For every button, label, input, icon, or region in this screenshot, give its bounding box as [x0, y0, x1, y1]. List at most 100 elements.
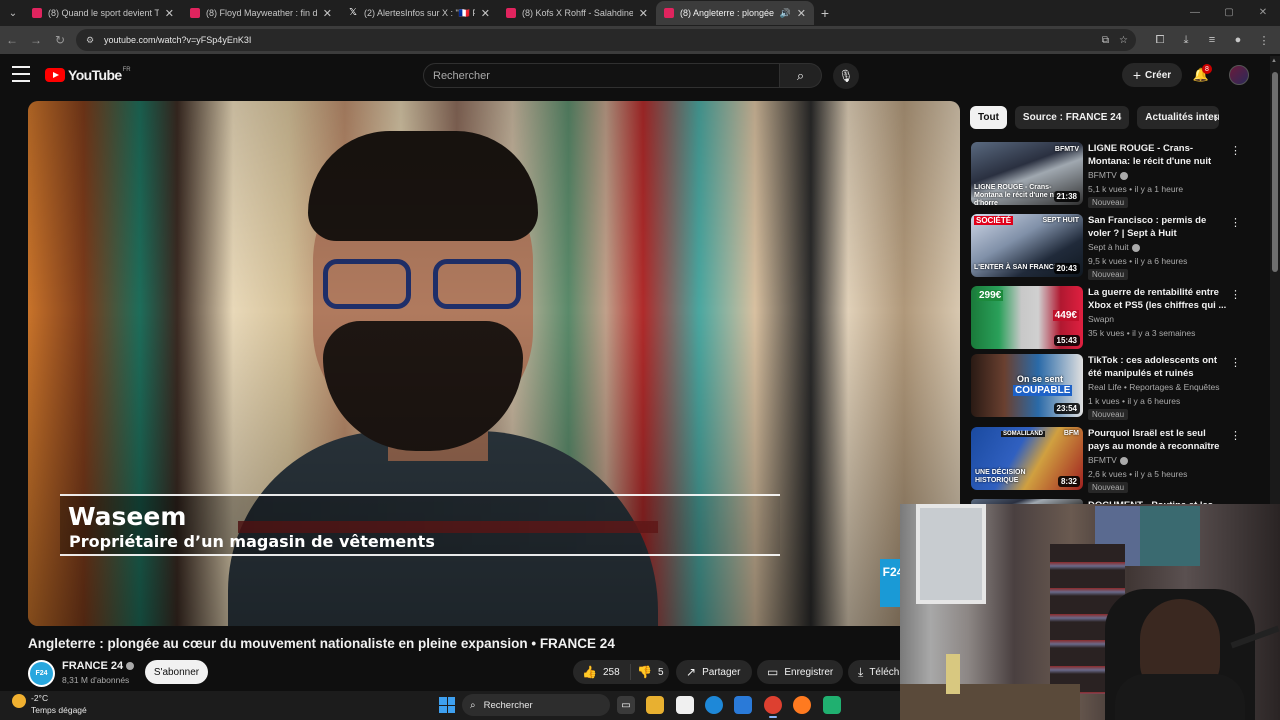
- close-window-icon[interactable]: ✕: [1246, 0, 1280, 24]
- video-thumbnail[interactable]: On se sent COUPABLE 23:54: [971, 354, 1083, 417]
- channel-name-text[interactable]: FRANCE 24: [62, 660, 123, 672]
- create-button[interactable]: + Créer: [1122, 63, 1182, 87]
- user-avatar[interactable]: [1229, 65, 1249, 85]
- more-options-icon[interactable]: ⋮: [1230, 356, 1241, 369]
- video-player[interactable]: Waseem Propriétaire d’un magasin de vête…: [28, 101, 960, 626]
- scroll-up-icon[interactable]: ▲: [1271, 58, 1277, 64]
- address-bar[interactable]: ⚙ youtube.com/watch?v=yFSp4yEnK3I ⧉ ☆: [76, 29, 1136, 51]
- like-button[interactable]: 👍 258: [573, 664, 631, 680]
- more-options-icon[interactable]: ⋮: [1230, 216, 1241, 229]
- video-title[interactable]: LIGNE ROUGE - Crans-Montana: le récit d'…: [1088, 142, 1228, 168]
- more-options-icon[interactable]: ⋮: [1230, 288, 1241, 301]
- store-icon[interactable]: [734, 696, 752, 714]
- recommended-video[interactable]: SOCIÉTÉ SEPT HUIT L'ENTER À SAN FRANCISC…: [971, 214, 1241, 280]
- bookmark-star-icon[interactable]: ☆: [1119, 35, 1128, 46]
- task-view-icon[interactable]: ▭: [617, 696, 635, 714]
- plus-icon: +: [1132, 67, 1142, 83]
- recommended-video[interactable]: 299€ 449€ 15:43 La guerre de rentabilité…: [971, 286, 1241, 350]
- profile-icon[interactable]: ●: [1228, 30, 1248, 50]
- forward-icon[interactable]: →: [24, 28, 48, 52]
- channel-name-text[interactable]: BFMTV: [1088, 170, 1117, 180]
- edge-icon[interactable]: [705, 696, 723, 714]
- video-thumbnail[interactable]: SOCIÉTÉ SEPT HUIT L'ENTER À SAN FRANCISC…: [971, 214, 1083, 277]
- video-thumbnail[interactable]: 299€ 449€ 15:43: [971, 286, 1083, 349]
- menu-hamburger-icon[interactable]: [12, 66, 30, 82]
- channel-avatar[interactable]: F24: [28, 660, 55, 687]
- chip-source[interactable]: Source : FRANCE 24: [1014, 106, 1130, 129]
- voice-search-button[interactable]: 🎙: [833, 63, 859, 89]
- channel-name[interactable]: Sept à huit: [1088, 242, 1140, 252]
- download-icon[interactable]: ⤓: [1176, 30, 1196, 50]
- browser-tab[interactable]: (8) Floyd Mayweather : fin d'un ✕: [182, 1, 340, 25]
- extensions-icon[interactable]: ⧠: [1150, 30, 1170, 50]
- close-icon[interactable]: ✕: [165, 7, 174, 20]
- menu-icon[interactable]: ⋮: [1254, 30, 1274, 50]
- video-thumbnail[interactable]: SOMALILAND BFM UNE DÉCISION HISTORIQUE 8…: [971, 427, 1083, 490]
- close-icon[interactable]: ✕: [639, 7, 648, 20]
- taskbar-search[interactable]: ⌕ Rechercher: [462, 694, 610, 716]
- video-title[interactable]: La guerre de rentabilité entre Xbox et P…: [1088, 286, 1228, 312]
- close-icon[interactable]: ✕: [481, 7, 490, 20]
- channel-name[interactable]: FRANCE 24: [62, 660, 135, 672]
- search-input[interactable]: Rechercher: [423, 63, 780, 88]
- back-icon[interactable]: ←: [0, 28, 24, 52]
- browser-tab[interactable]: (8) Quand le sport devient TOXI ✕: [24, 1, 182, 25]
- firefox-icon[interactable]: [793, 696, 811, 714]
- chip-all[interactable]: Tout: [970, 106, 1007, 129]
- video-title[interactable]: San Francisco : permis de voler ? | Sept…: [1088, 214, 1228, 240]
- new-tab-button[interactable]: +: [814, 2, 836, 24]
- windows-start-icon[interactable]: [439, 697, 455, 713]
- channel-name[interactable]: BFMTV: [1088, 455, 1128, 465]
- weather-icon[interactable]: [12, 694, 26, 708]
- weather-description[interactable]: Temps dégagé: [31, 705, 87, 715]
- reload-icon[interactable]: ↻: [48, 28, 72, 52]
- weather-temperature[interactable]: -2°C: [31, 693, 48, 703]
- more-options-icon[interactable]: ⋮: [1230, 144, 1241, 157]
- chip-news[interactable]: Actualités internat: [1137, 106, 1220, 129]
- create-label: Créer: [1145, 69, 1172, 81]
- save-button[interactable]: ▭ Enregistrer: [757, 660, 843, 684]
- search-icon: ⌕: [796, 67, 805, 83]
- close-icon[interactable]: ✕: [323, 7, 332, 20]
- thumbnail-tag: SOCIÉTÉ: [974, 216, 1014, 225]
- channel-name-text[interactable]: Sept à huit: [1088, 242, 1129, 252]
- channel-name[interactable]: Swapn: [1088, 314, 1114, 324]
- video-thumbnail[interactable]: LIGNE ROUGE - Crans-Montana le récit d'u…: [971, 142, 1083, 205]
- recommended-video[interactable]: On se sent COUPABLE 23:54 TikTok : ces a…: [971, 354, 1241, 420]
- chevron-right-icon[interactable]: ›: [1214, 110, 1218, 125]
- scrollbar-thumb[interactable]: [1272, 72, 1278, 272]
- download-button[interactable]: ⤓ Téléch: [848, 660, 900, 684]
- youtube-logo[interactable]: YouTube FR: [45, 67, 131, 83]
- minimize-icon[interactable]: —: [1178, 0, 1212, 24]
- browser-tab[interactable]: (8) Kofs X Rohff - Salahdine P. / ✕: [498, 1, 656, 25]
- recommended-video[interactable]: LIGNE ROUGE - Crans-Montana le récit d'u…: [971, 142, 1241, 208]
- video-meta: 2,6 k vues • il y a 5 heures: [1088, 469, 1188, 479]
- channel-name-text[interactable]: BFMTV: [1088, 455, 1117, 465]
- share-button[interactable]: ↗ Partager: [676, 660, 752, 684]
- video-duration: 15:43: [1053, 335, 1080, 346]
- speaker-icon[interactable]: 🔊: [780, 8, 791, 19]
- file-explorer-icon[interactable]: [646, 696, 664, 714]
- dislike-button[interactable]: 👎 5: [631, 665, 664, 679]
- maximize-icon[interactable]: ▢: [1212, 0, 1246, 24]
- channel-name[interactable]: BFMTV: [1088, 170, 1128, 180]
- more-options-icon[interactable]: ⋮: [1230, 429, 1241, 442]
- video-title[interactable]: TikTok : ces adolescents ont été manipul…: [1088, 354, 1228, 380]
- site-info-icon[interactable]: ⚙: [84, 34, 96, 46]
- tab-group-icon[interactable]: ≡: [1202, 30, 1222, 50]
- browser-tab[interactable]: 𝕏 (2) AlertesInfos sur X : "🇫🇷 FLAS ✕: [340, 1, 498, 25]
- app-icon[interactable]: [823, 696, 841, 714]
- notepad-icon[interactable]: [676, 696, 694, 714]
- thumbnail-price-left: 299€: [977, 290, 1004, 301]
- verified-icon: [1119, 456, 1128, 465]
- chrome-icon[interactable]: [764, 696, 782, 718]
- subscribe-button[interactable]: S'abonner: [145, 660, 208, 684]
- cast-icon[interactable]: ⧉: [1102, 35, 1109, 46]
- recommended-video[interactable]: SOMALILAND BFM UNE DÉCISION HISTORIQUE 8…: [971, 427, 1241, 493]
- browser-tab-active[interactable]: (8) Angleterre : plongée au 🔊 ✕: [656, 1, 814, 25]
- close-icon[interactable]: ✕: [797, 7, 806, 20]
- search-button[interactable]: ⌕: [780, 63, 822, 88]
- tab-search-icon[interactable]: ⌄: [2, 2, 24, 24]
- video-title[interactable]: Pourquoi Israël est le seul pays au mond…: [1088, 427, 1228, 453]
- channel-name[interactable]: Real Life • Reportages & Enquêtes: [1088, 382, 1220, 392]
